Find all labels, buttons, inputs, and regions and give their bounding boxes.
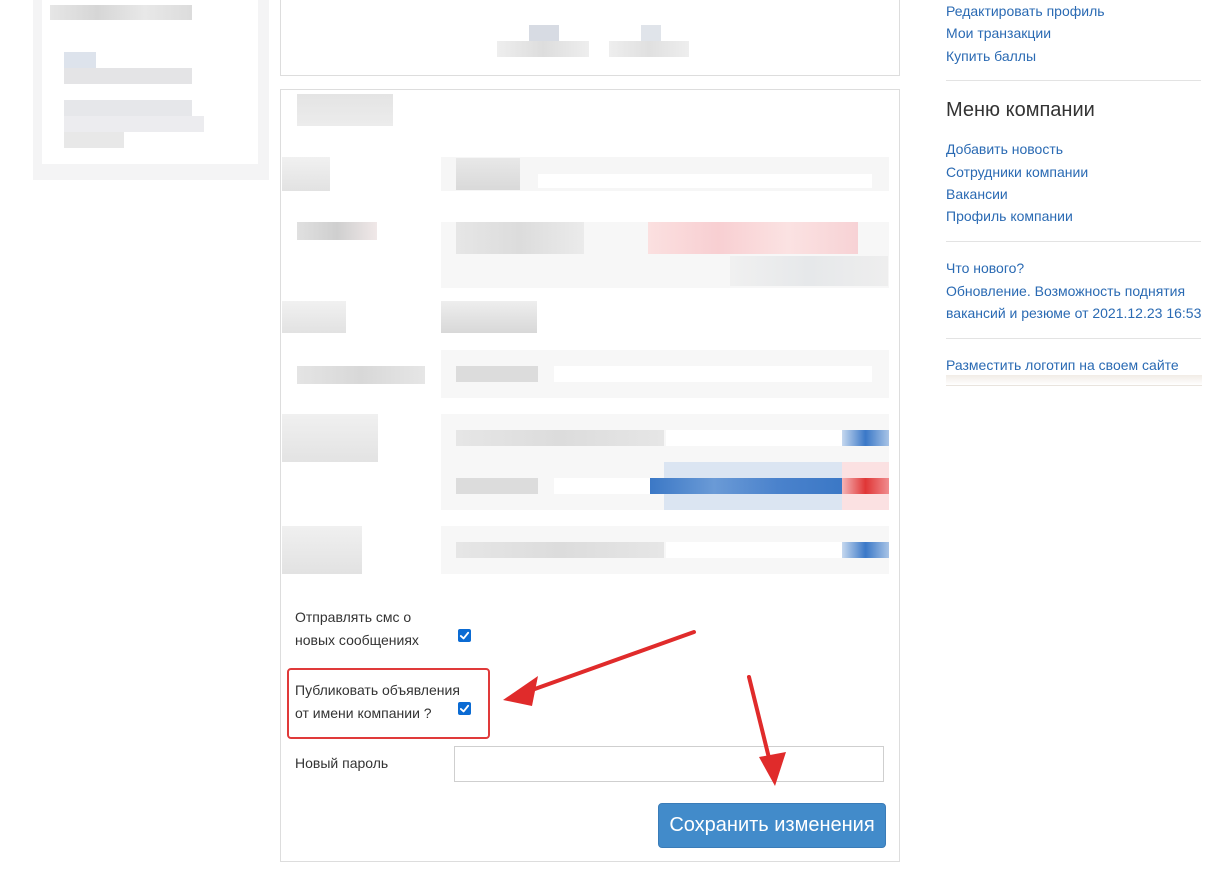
vacancies-link[interactable]: Вакансии	[946, 185, 1008, 203]
my-transactions-link[interactable]: Мои транзакции	[946, 24, 1051, 42]
add-news-link[interactable]: Добавить новость	[946, 140, 1063, 158]
buy-points-link[interactable]: Купить баллы	[946, 47, 1036, 65]
annotation-arrow-head	[759, 752, 786, 786]
whats-new-link[interactable]: Что нового?	[946, 259, 1024, 277]
annotation-arrow-line	[747, 675, 771, 760]
annotation-arrows	[503, 630, 786, 786]
sidebar-divider	[946, 338, 1201, 339]
sidebar-divider	[946, 241, 1201, 242]
news-update-link-line1[interactable]: Обновление. Возможность поднятия	[946, 282, 1185, 300]
edit-profile-link[interactable]: Редактировать профиль	[946, 2, 1105, 20]
company-profile-link[interactable]: Профиль компании	[946, 207, 1073, 225]
logo-widget-bar	[946, 375, 1202, 386]
annotation-arrow-line	[530, 630, 696, 692]
annotation-arrow-head	[503, 676, 538, 706]
place-logo-link[interactable]: Разместить логотип на своем сайте	[946, 356, 1179, 374]
company-menu-title: Меню компании	[946, 99, 1095, 121]
news-update-link-line2[interactable]: вакансий и резюме от 2021.12.23 16:53	[946, 304, 1201, 322]
sidebar-divider	[946, 80, 1201, 81]
company-staff-link[interactable]: Сотрудники компании	[946, 163, 1088, 181]
